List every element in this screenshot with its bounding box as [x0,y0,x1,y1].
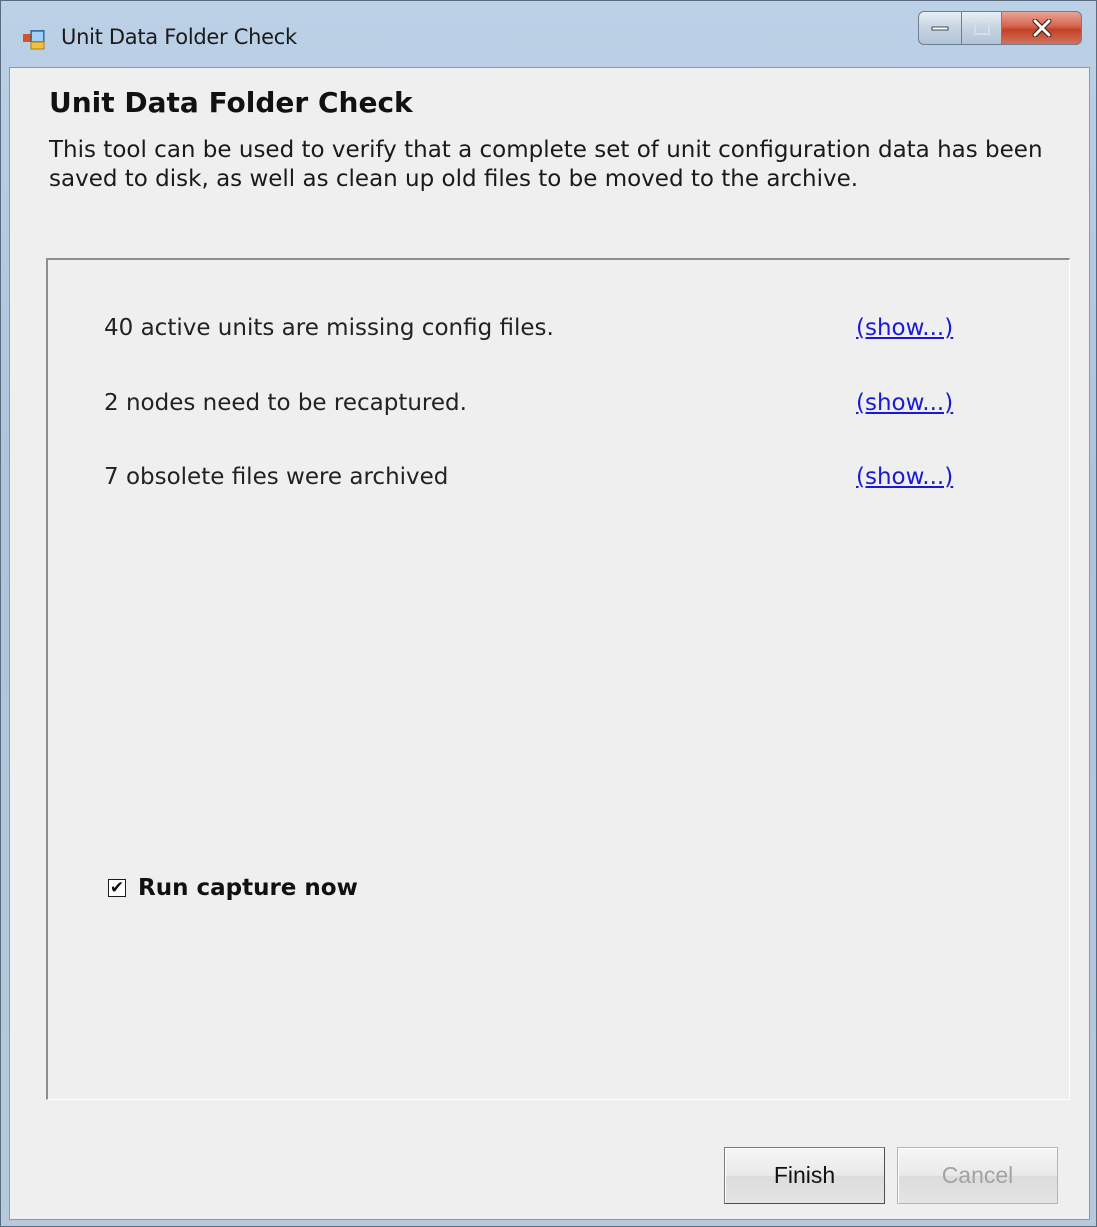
description-text: This tool can be used to verify that a c… [49,137,1043,192]
run-capture-label[interactable]: Run capture now [138,875,358,901]
run-capture-checkbox[interactable]: ✔ [108,879,126,897]
caption-buttons [918,11,1082,45]
show-missing-config-link[interactable]: (show...) [856,315,953,341]
window-title: Unit Data Folder Check [61,25,297,49]
show-recapture-nodes-link[interactable]: (show...) [856,390,953,416]
maximize-icon [973,21,990,35]
title-bar[interactable]: Unit Data Folder Check [1,1,1096,67]
finish-button[interactable]: Finish [724,1147,885,1204]
app-window-icon [23,30,45,50]
result-recapture-nodes: 2 nodes need to be recaptured. [104,390,467,416]
cancel-button[interactable]: Cancel [897,1147,1058,1204]
result-archived-files: 7 obsolete files were archived [104,464,449,490]
page-title: Unit Data Folder Check [49,86,413,119]
maximize-button[interactable] [962,11,1002,45]
minimize-button[interactable] [918,11,962,45]
minimize-icon [931,26,949,31]
results-panel: 40 active units are missing config files… [46,258,1070,1100]
show-archived-files-link[interactable]: (show...) [856,464,953,490]
close-icon [1032,19,1051,37]
result-missing-config: 40 active units are missing config files… [104,315,554,341]
dialog-window: Unit Data Folder Check Unit Data Folder … [0,0,1097,1227]
close-button[interactable] [1002,11,1082,45]
run-capture-option[interactable]: ✔ Run capture now [108,875,358,901]
dialog-client-area: Unit Data Folder Check This tool can be … [9,67,1090,1220]
